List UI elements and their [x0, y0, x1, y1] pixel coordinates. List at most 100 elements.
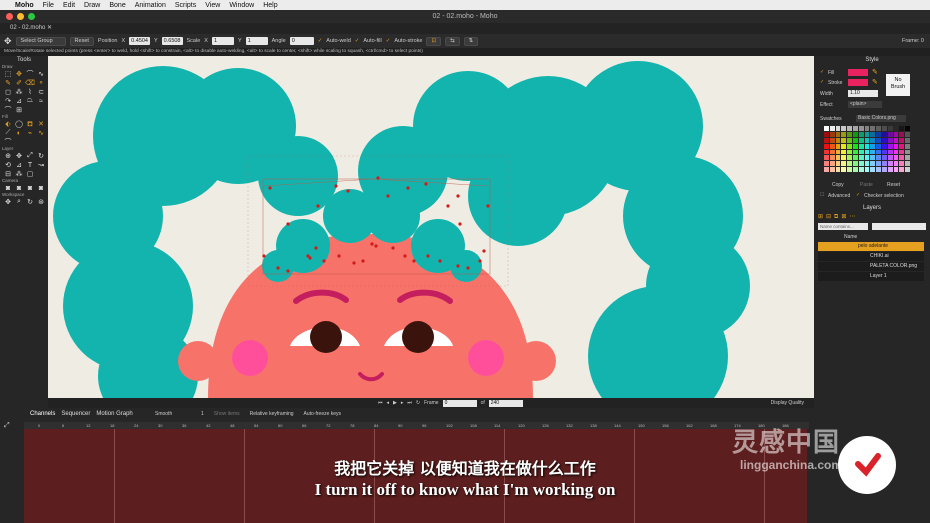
frame-field[interactable]: 0: [442, 399, 477, 407]
swatch-cell[interactable]: [870, 167, 876, 172]
paint-bucket-icon[interactable]: ⛾: [25, 120, 35, 128]
swatch-cell[interactable]: [847, 149, 852, 155]
close-window-button[interactable]: [6, 13, 13, 20]
relative-keyframing-label[interactable]: Relative keyframing: [250, 411, 294, 417]
play-icon[interactable]: ▶: [393, 400, 397, 406]
show-items-dropdown[interactable]: Show items: [214, 411, 240, 417]
copy-button[interactable]: Copy: [832, 182, 844, 188]
bounding-box-icon[interactable]: ⊡: [426, 36, 442, 46]
swatch-cell[interactable]: [870, 161, 876, 167]
interpolation-value[interactable]: 1: [201, 411, 204, 417]
swatch-cell[interactable]: [824, 143, 829, 149]
zoom-workspace-icon[interactable]: ⌕: [14, 198, 24, 206]
swatch-cell[interactable]: [829, 126, 835, 131]
swatch-cell[interactable]: [887, 143, 893, 149]
position-x-field[interactable]: 0.4504: [129, 37, 150, 45]
swatch-cell[interactable]: [876, 149, 881, 155]
swatch-cell[interactable]: [899, 126, 905, 131]
interpolation-dropdown[interactable]: Smooth: [155, 411, 191, 417]
control-point[interactable]: [482, 249, 486, 253]
swatch-cell[interactable]: [899, 137, 905, 143]
swatch-cell[interactable]: [847, 155, 852, 161]
eyedropper-icon[interactable]: ⌒: [3, 138, 13, 146]
swatch-cell[interactable]: [899, 155, 905, 161]
particle-icon[interactable]: ⁂: [14, 170, 24, 178]
control-point[interactable]: [458, 222, 462, 226]
swatch-cell[interactable]: [887, 126, 893, 131]
swatch-cell[interactable]: [870, 131, 876, 137]
auto-weld-checkbox[interactable]: ✓: [318, 38, 323, 44]
swatch-cell[interactable]: [876, 126, 881, 131]
swatch-cell[interactable]: [864, 126, 870, 131]
swatch-cell[interactable]: [887, 167, 893, 172]
control-point[interactable]: [374, 244, 378, 248]
control-point[interactable]: [456, 264, 460, 268]
swatch-cell[interactable]: [847, 126, 852, 131]
swatch-cell[interactable]: [864, 167, 870, 172]
swatch-cell[interactable]: [905, 149, 910, 155]
swatch-cell[interactable]: [853, 137, 858, 143]
fill-checkbox[interactable]: ✓: [820, 69, 824, 75]
swatch-cell[interactable]: [893, 131, 899, 137]
menu-help[interactable]: Help: [263, 2, 277, 9]
control-point[interactable]: [262, 254, 266, 258]
text-icon[interactable]: T: [25, 161, 35, 169]
scale-y-field[interactable]: 1: [245, 37, 268, 45]
swatch-cell[interactable]: [841, 167, 847, 172]
delete-shape-icon[interactable]: ✕: [36, 120, 46, 128]
swatch-cell[interactable]: [864, 155, 870, 161]
reset-style-button[interactable]: Reset: [887, 182, 900, 188]
swatch-cell[interactable]: [905, 126, 910, 131]
swatch-cell[interactable]: [870, 137, 876, 143]
control-point[interactable]: [486, 204, 490, 208]
swatch-cell[interactable]: [905, 143, 910, 149]
step-forward-icon[interactable]: ▸: [401, 400, 404, 406]
swatch-cell[interactable]: [876, 137, 881, 143]
swatch-cell[interactable]: [847, 143, 852, 149]
hide-edge-icon[interactable]: ◐: [14, 129, 24, 137]
swatch-cell[interactable]: [835, 155, 841, 161]
swatch-cell[interactable]: [841, 131, 847, 137]
minimize-window-button[interactable]: [17, 13, 24, 20]
position-y-field[interactable]: 0.6508: [161, 37, 183, 45]
swatch-cell[interactable]: [864, 131, 870, 137]
switch-layer-icon[interactable]: ⊟: [3, 170, 13, 178]
swatch-cell[interactable]: [870, 155, 876, 161]
canvas[interactable]: [48, 56, 814, 398]
menu-window[interactable]: Window: [229, 2, 254, 9]
checker-checkbox[interactable]: ✓: [856, 192, 860, 198]
control-point[interactable]: [276, 266, 280, 270]
control-point[interactable]: [286, 222, 290, 226]
swatch-cell[interactable]: [864, 143, 870, 149]
swatch-cell[interactable]: [829, 155, 835, 161]
swatch-cell[interactable]: [835, 167, 841, 172]
control-point[interactable]: [268, 186, 272, 190]
swatch-cell[interactable]: [887, 131, 893, 137]
swatch-cell[interactable]: [841, 155, 847, 161]
fill-color-swatch[interactable]: [848, 69, 868, 76]
rewind-icon[interactable]: ⏮: [378, 400, 383, 406]
swatch-cell[interactable]: [858, 131, 864, 137]
swatch-cell[interactable]: [841, 126, 847, 131]
control-point[interactable]: [352, 261, 356, 265]
auto-freeze-label[interactable]: Auto-freeze keys: [304, 411, 342, 417]
layer-actions-bar[interactable]: ⊞⊟⧉⊠⋯: [818, 213, 858, 221]
curve-exposure-icon[interactable]: ∿: [36, 129, 46, 137]
swatch-cell[interactable]: [853, 131, 858, 137]
translate-layer-icon[interactable]: ✥: [14, 152, 24, 160]
menu-draw[interactable]: Draw: [84, 2, 100, 9]
menu-animation[interactable]: Animation: [135, 2, 166, 9]
control-point[interactable]: [456, 194, 460, 198]
layer-row-paleta[interactable]: PALETA COLOR.png: [818, 262, 924, 271]
menu-edit[interactable]: Edit: [63, 2, 75, 9]
shear-icon[interactable]: ⊿: [14, 97, 24, 105]
swatch-cell[interactable]: [899, 161, 905, 167]
swatch-cell[interactable]: [870, 143, 876, 149]
pan-tilt-camera-icon[interactable]: ◙: [36, 184, 46, 192]
swatch-cell[interactable]: [864, 137, 870, 143]
swatch-cell[interactable]: [829, 143, 835, 149]
menu-file[interactable]: File: [43, 2, 54, 9]
menu-app[interactable]: Moho: [15, 2, 34, 9]
swatch-cell[interactable]: [864, 149, 870, 155]
swatch-cell[interactable]: [824, 126, 829, 131]
